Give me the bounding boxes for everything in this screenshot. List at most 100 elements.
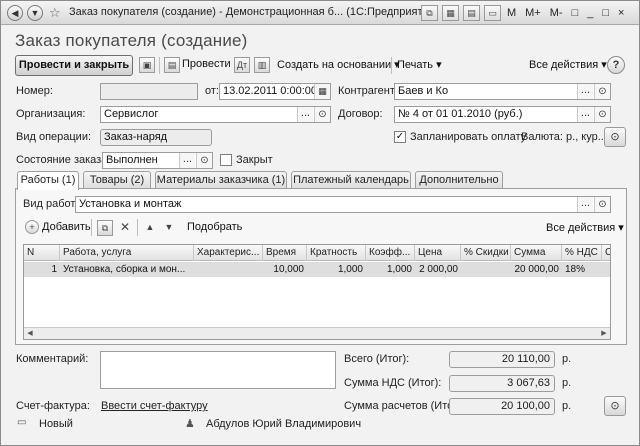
closed-checkbox[interactable] [220,154,232,166]
add-button[interactable]: Добавить [42,221,91,233]
currency-open-button[interactable]: ⊙ [604,127,626,147]
col-characteristic[interactable]: Характерис... [194,245,263,261]
select-button[interactable]: ... [577,84,593,99]
star-icon[interactable]: ☆ [49,5,61,21]
calculator-icon[interactable]: ▤ [463,5,480,21]
all-actions-menu[interactable]: Все действия ▾ [529,58,607,71]
open-icon[interactable]: ⊙ [594,197,610,212]
number-field[interactable] [100,83,198,100]
cell-discount [461,262,511,277]
tab-works[interactable]: Работы (1) [17,171,79,190]
close-button[interactable]: × [618,6,624,20]
title-bar: ◀ ▼ ☆ Заказ покупателя (создание) - Демо… [1,1,639,25]
move-down-icon[interactable]: ▼ [161,220,177,236]
col-coefficient[interactable]: Коэфф... [366,245,415,261]
delete-icon[interactable]: ✕ [117,220,133,236]
work-kind-field[interactable]: Установка и монтаж ... ⊙ [75,196,611,213]
memory-minus-button[interactable]: M- [550,6,563,20]
select-button[interactable]: ... [577,197,593,212]
structure-icon[interactable]: ▥ [254,57,270,73]
open-icon[interactable]: ⊙ [594,84,610,99]
enter-invoice-link[interactable]: Ввести счет-фактуру [101,400,208,412]
scroll-right-icon[interactable]: ▶ [598,328,610,339]
counterparty-field[interactable]: Баев и Ко ... ⊙ [394,83,611,100]
vat-total-value: 3 067,63 [449,375,555,392]
calendar-icon[interactable]: ▦ [442,5,459,21]
col-price[interactable]: Цена [415,245,461,261]
cell-vat-amount [602,262,610,277]
separator [137,219,138,236]
copy-row-icon[interactable]: ⧉ [97,220,113,236]
movements-icon[interactable]: Дт [234,57,250,73]
help-icon[interactable]: ? [607,56,625,74]
comment-label: Комментарий: [16,353,89,365]
window-icon[interactable]: ▭ [484,5,501,21]
col-work[interactable]: Работа, услуга [60,245,194,261]
contract-field[interactable]: № 4 от 01 01.2010 (руб.) ... ⊙ [394,106,611,123]
cell-characteristic [194,262,263,277]
post-and-close-button[interactable]: Провести и закрыть [15,55,133,76]
cell-coefficient: 1,000 [386,264,412,275]
order-state-value: Выполнен [106,154,158,166]
copy-icon[interactable]: ⧉ [421,5,438,21]
form-title: Заказ покупателя (создание) [15,31,248,50]
select-button[interactable]: ... [577,107,593,122]
plan-payment-checkbox[interactable]: ✓ [394,131,406,143]
horizontal-scrollbar[interactable]: ◀ ▶ [24,327,610,339]
tab-additional[interactable]: Дополнительно [415,171,503,189]
col-multiplicity[interactable]: Кратность [307,245,366,261]
move-up-icon[interactable]: ▲ [142,220,158,236]
organization-field[interactable]: Сервислог ... ⊙ [100,106,331,123]
works-table[interactable]: N Работа, услуга Характерис... Время Кра… [23,244,611,340]
tab-customer-materials[interactable]: Материалы заказчика (1) [155,171,287,189]
maximize-button[interactable]: □ [602,6,609,20]
command-bar: Провести и закрыть ▣ ▤ Провести Дт ▥ Соз… [15,55,627,77]
pick-button[interactable]: Подобрать [187,221,242,233]
memory-plus-button[interactable]: M+ [525,6,541,20]
col-n[interactable]: N [24,245,60,261]
open-icon[interactable]: ⊙ [314,107,330,122]
add-icon[interactable]: + [25,220,39,234]
select-button[interactable]: ... [179,153,195,168]
open-icon[interactable]: ⊙ [196,153,212,168]
col-vat-amount[interactable]: Сум [602,245,610,261]
select-button[interactable]: ... [297,107,313,122]
table-row[interactable]: 1 Установка, сборка и мон... 10,000 1,00… [24,262,610,277]
open-icon[interactable]: ⊙ [594,107,610,122]
memory-m-button[interactable]: M [507,6,516,20]
total-value: 20 110,00 [449,351,555,368]
print-menu[interactable]: Печать ▾ [397,58,442,71]
minimize-button[interactable]: _ [587,6,593,20]
date-label: от: [205,85,219,97]
organization-label: Организация: [16,108,86,120]
table-all-actions-menu[interactable]: Все действия ▾ [546,221,624,234]
currency-info: Валюта: р., кур... [521,131,607,143]
tab-payment-calendar[interactable]: Платежный календарь [291,171,411,189]
down-circle-icon[interactable]: ▼ [27,5,43,21]
calendar-icon[interactable]: ▦ [314,84,330,99]
post-button[interactable]: Провести [182,58,231,70]
counterparty-value: Баев и Ко [398,85,449,97]
col-vat-rate[interactable]: % НДС [562,245,602,261]
col-amount[interactable]: Сумма [511,245,562,261]
scroll-left-icon[interactable]: ◀ [24,328,36,339]
back-circle-icon[interactable]: ◀ [7,5,23,21]
post-icon[interactable]: ▤ [164,57,180,73]
total-label: Всего (Итог): [344,353,410,365]
closed-label: Закрыт [236,154,273,166]
create-based-on-menu[interactable]: Создать на основании ▾ [277,58,400,71]
comment-field[interactable] [100,351,336,389]
col-time[interactable]: Время [263,245,307,261]
cell-multiplicity: 1,000 [337,264,363,275]
plan-payment-label: Запланировать оплату [410,131,527,143]
document-state: Новый [39,418,73,430]
restore-button[interactable]: □ [572,6,579,20]
save-icon[interactable]: ▣ [139,57,155,73]
order-state-field[interactable]: Выполнен ... ⊙ [102,152,213,169]
title-right-controls: M M+ M- □ _ □ × [507,6,624,20]
date-field[interactable]: 13.02.2011 0:00:00 ▦ [219,83,331,100]
invoice-label: Счет-фактура: [16,400,90,412]
tab-goods[interactable]: Товары (2) [83,171,151,189]
operation-field[interactable]: Заказ-наряд [100,129,212,146]
col-discount[interactable]: % Скидки [461,245,511,261]
